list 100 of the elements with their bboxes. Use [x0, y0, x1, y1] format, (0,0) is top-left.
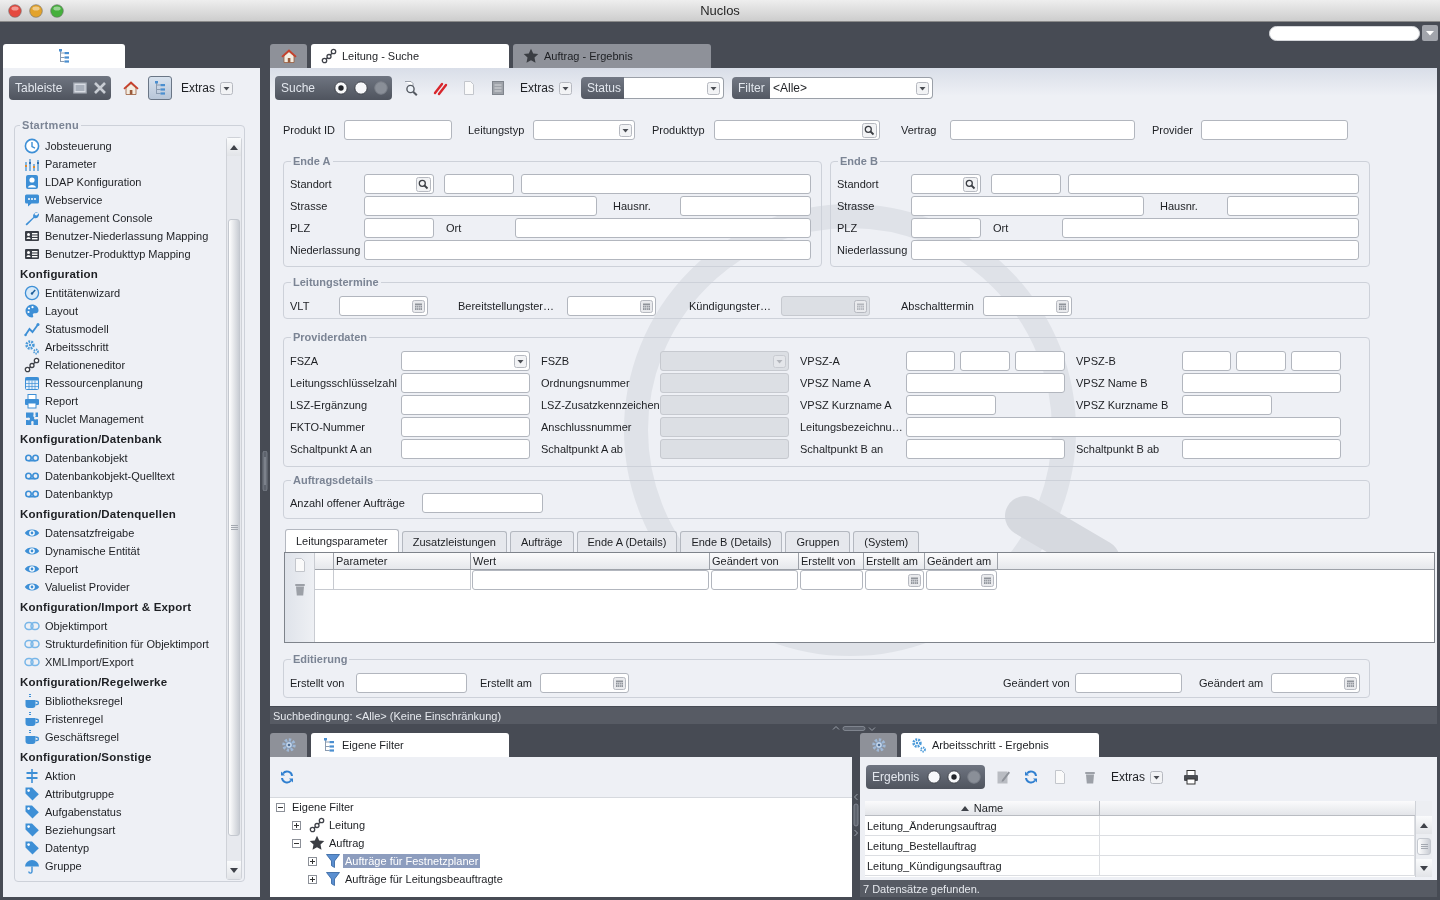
input-field[interactable]	[1015, 351, 1065, 371]
input-field[interactable]	[906, 351, 955, 371]
menu-item[interactable]: Parameter	[15, 155, 226, 173]
tab[interactable]: Gruppen	[785, 531, 851, 552]
menu-item[interactable]: Report	[15, 392, 226, 410]
tab[interactable]: Aufträge	[509, 531, 574, 552]
menu-item[interactable]: Report	[15, 560, 226, 578]
input-field[interactable]	[680, 196, 811, 216]
lookup-field[interactable]	[714, 120, 880, 140]
tree-node[interactable]: Eigene Filter	[290, 800, 356, 814]
splitter-handle-icon[interactable]	[262, 450, 268, 491]
minimize-icon[interactable]	[29, 3, 43, 18]
close-icon[interactable]	[8, 3, 22, 18]
menu-item[interactable]: Datensatzfreigabe	[15, 524, 226, 542]
menu-item[interactable]: Arbeitsschritt	[15, 338, 226, 356]
tab[interactable]	[270, 733, 307, 757]
tab[interactable]: Ende B (Details)	[680, 531, 783, 552]
tab[interactable]: Zusatzleistungen	[401, 531, 507, 552]
search-field[interactable]	[1269, 25, 1420, 41]
input-field[interactable]	[1068, 174, 1359, 194]
printer-icon[interactable]	[1183, 769, 1199, 785]
calendar-icon[interactable]	[1056, 299, 1069, 313]
input-field[interactable]	[911, 240, 1359, 260]
home-icon[interactable]	[123, 80, 139, 96]
tree-node[interactable]: Auftrag	[327, 836, 367, 850]
expand-icon[interactable]	[308, 874, 317, 884]
input-field[interactable]	[960, 351, 1010, 371]
menu-item[interactable]: Datenbankobjekt	[15, 449, 226, 467]
tab[interactable]	[270, 44, 307, 68]
caret-down-icon[interactable]	[220, 81, 233, 95]
input-field[interactable]	[401, 373, 530, 393]
input-field[interactable]	[991, 174, 1061, 194]
calendar-icon[interactable]	[613, 676, 626, 690]
menu-item[interactable]: XMLImport/Export	[15, 653, 226, 671]
tab[interactable]: Leitungsparameter	[285, 529, 399, 552]
menu-item[interactable]: Datentyp	[15, 839, 226, 857]
column-header[interactable]: Parameter	[334, 553, 471, 569]
input-field[interactable]	[906, 395, 996, 415]
input-field[interactable]	[1291, 351, 1341, 371]
input-field[interactable]	[364, 196, 597, 216]
tab[interactable]: Arbeitsschritt - Ergebnis	[901, 733, 1099, 757]
extras-button[interactable]: Extras	[520, 81, 572, 95]
extras-button[interactable]: Extras	[1111, 770, 1163, 784]
menu-item[interactable]: Bibliotheksregel	[15, 692, 226, 710]
document-icon[interactable]	[461, 80, 477, 96]
caret-down-icon[interactable]	[514, 354, 527, 368]
column-header[interactable]: Name	[865, 801, 1100, 815]
tab[interactable]	[860, 733, 897, 757]
sheet-icon[interactable]	[490, 80, 506, 96]
date-field[interactable]	[567, 296, 656, 316]
date-field[interactable]	[865, 570, 924, 590]
collapse-icon[interactable]	[292, 838, 301, 848]
input-field[interactable]	[515, 218, 811, 238]
menu-item[interactable]: Layout	[15, 302, 226, 320]
date-field[interactable]	[1271, 673, 1360, 693]
menu-item[interactable]: Geschäftsregel	[15, 728, 226, 746]
menu-item[interactable]: Datenbankobjekt-Quelltext	[15, 467, 226, 485]
menu-item[interactable]: Objektimport	[15, 617, 226, 635]
radio-button[interactable]	[354, 81, 368, 95]
input-field[interactable]	[1201, 120, 1348, 140]
expand-icon[interactable]	[308, 856, 317, 866]
menu-item[interactable]: Dynamische Entität	[15, 542, 226, 560]
lookup-field[interactable]	[364, 174, 434, 194]
search-icon[interactable]	[416, 176, 431, 192]
input-field[interactable]	[1182, 439, 1341, 459]
date-field[interactable]	[926, 570, 997, 590]
pencil-icon[interactable]	[995, 769, 1011, 785]
input-field[interactable]	[1075, 673, 1182, 693]
menu-item[interactable]: Benutzer-Niederlassung Mapping	[15, 227, 226, 245]
calendar-icon[interactable]	[640, 299, 653, 313]
scrollbar[interactable]	[1415, 801, 1432, 877]
column-header[interactable]: Erstellt am	[864, 553, 925, 569]
lookup-field[interactable]	[911, 174, 981, 194]
menu-item[interactable]: Gruppe	[15, 857, 226, 875]
tree-view-button[interactable]	[148, 76, 172, 100]
scrollbar-thumb[interactable]	[1417, 838, 1431, 855]
splitter-handle-icon[interactable]	[853, 792, 859, 838]
filter-combo[interactable]: <Alle>	[770, 77, 933, 99]
input-field[interactable]	[1227, 196, 1359, 216]
input-field[interactable]	[364, 218, 434, 238]
input-field[interactable]	[906, 439, 1065, 459]
input-field[interactable]	[800, 570, 863, 590]
date-field[interactable]	[540, 673, 629, 693]
tab[interactable]: Leitung - Suche	[311, 44, 509, 68]
sort-ascending-icon[interactable]	[960, 805, 969, 811]
input-field[interactable]	[401, 395, 530, 415]
scroll-down-icon[interactable]	[1420, 865, 1428, 871]
menu-item[interactable]: Ressourcenplanung	[15, 374, 226, 392]
search-icon[interactable]	[963, 176, 978, 192]
calendar-icon[interactable]	[412, 299, 425, 313]
input-field[interactable]	[1062, 218, 1359, 238]
menu-item[interactable]: Aufgabenstatus	[15, 803, 226, 821]
window-icon[interactable]	[73, 82, 87, 94]
radio-button[interactable]	[947, 770, 961, 784]
scroll-up-icon[interactable]	[1420, 822, 1428, 828]
document-icon[interactable]	[1052, 769, 1068, 785]
input-field[interactable]	[1182, 351, 1231, 371]
calendar-icon[interactable]	[981, 573, 994, 587]
caret-down-icon[interactable]	[916, 81, 929, 95]
caret-down-icon[interactable]	[707, 81, 720, 95]
